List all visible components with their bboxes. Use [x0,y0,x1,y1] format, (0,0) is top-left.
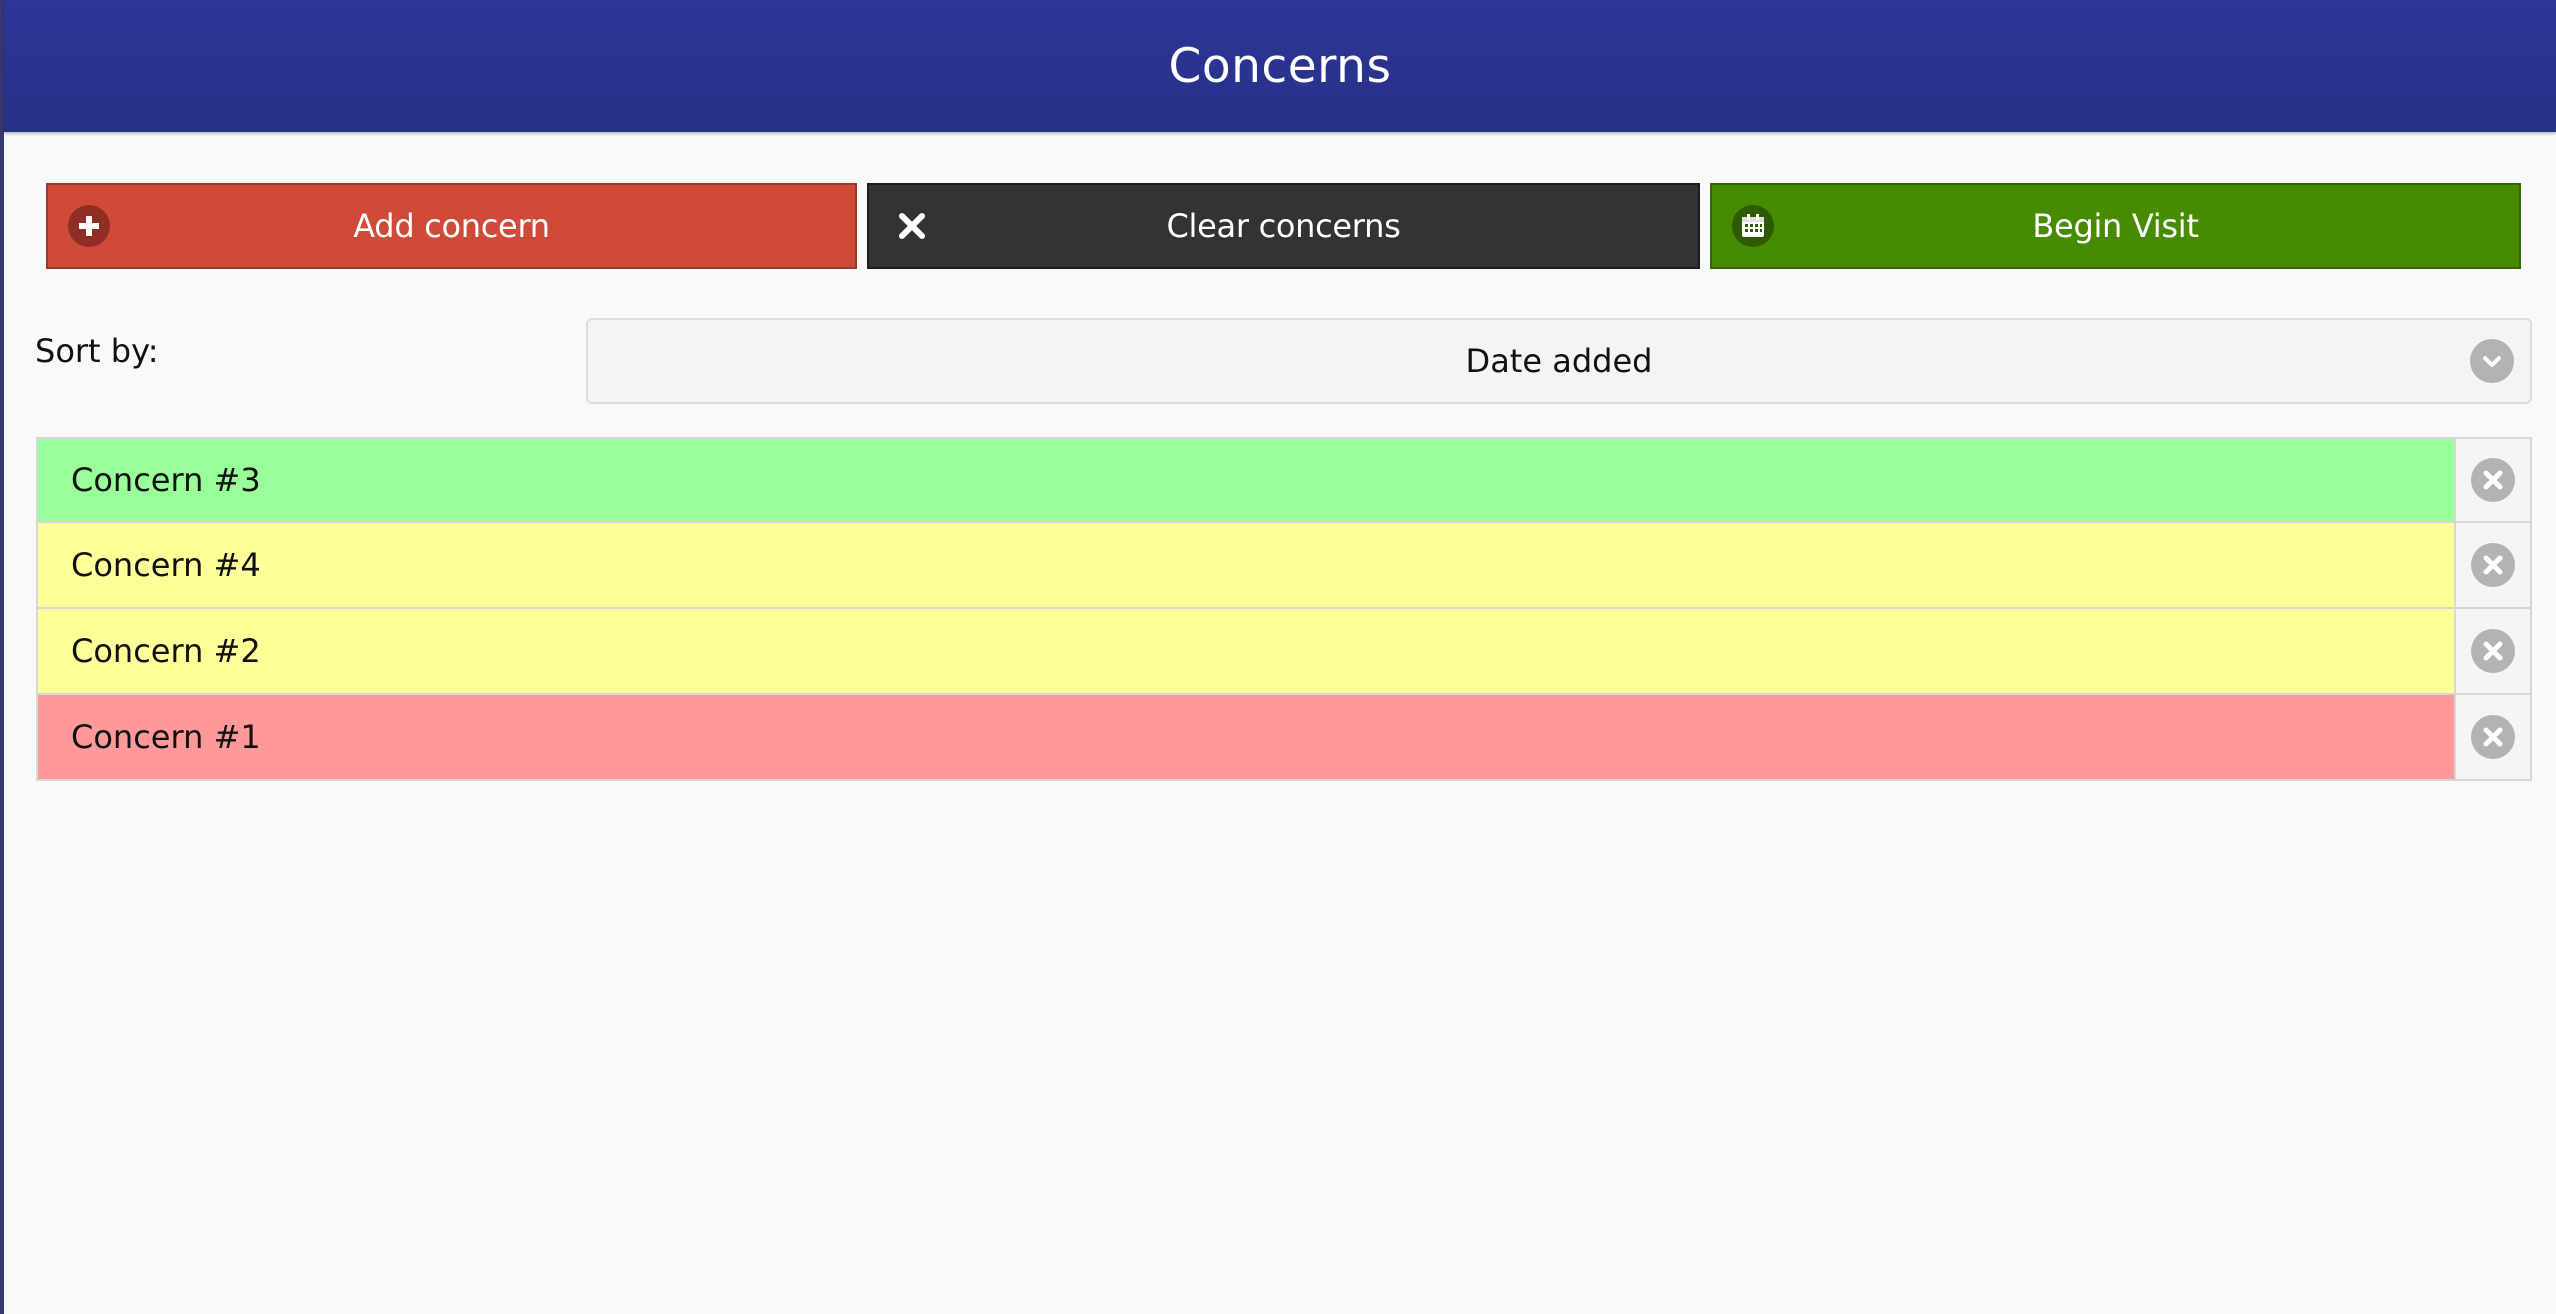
concern-list: Concern #3 Concern #4 Concern #2 Concern… [36,437,2532,781]
concern-item[interactable]: Concern #1 [36,695,2454,779]
add-concern-label: Add concern [353,207,550,245]
remove-concern-button[interactable] [2454,609,2532,693]
remove-circle-icon [2471,543,2515,587]
sort-select[interactable]: Date added [586,318,2532,404]
remove-circle-icon [2471,629,2515,673]
remove-circle-icon [2471,715,2515,759]
concern-row: Concern #1 [36,695,2532,781]
remove-concern-button[interactable] [2454,523,2532,607]
chevron-down-icon [2470,339,2514,383]
plus-circle-icon [68,205,110,247]
sort-by-label: Sort by: [35,332,159,370]
concern-item[interactable]: Concern #4 [36,523,2454,607]
clear-concerns-button[interactable]: Clear concerns [867,183,1700,269]
window-edge [0,0,4,1314]
concern-item[interactable]: Concern #3 [36,439,2454,521]
remove-concern-button[interactable] [2454,695,2532,779]
concern-row: Concern #4 [36,523,2532,609]
concern-item[interactable]: Concern #2 [36,609,2454,693]
remove-concern-button[interactable] [2454,439,2532,521]
begin-visit-label: Begin Visit [2032,207,2199,245]
clear-concerns-label: Clear concerns [1166,207,1401,245]
concern-row: Concern #2 [36,609,2532,695]
page-title: Concerns [1168,38,1392,94]
add-concern-button[interactable]: Add concern [46,183,857,269]
sort-selected-value: Date added [1465,342,1653,380]
close-icon [891,205,933,247]
calendar-icon [1732,205,1774,247]
remove-circle-icon [2471,458,2515,502]
app-header: Concerns [4,0,2556,132]
begin-visit-button[interactable]: Begin Visit [1710,183,2521,269]
concern-row: Concern #3 [36,437,2532,523]
